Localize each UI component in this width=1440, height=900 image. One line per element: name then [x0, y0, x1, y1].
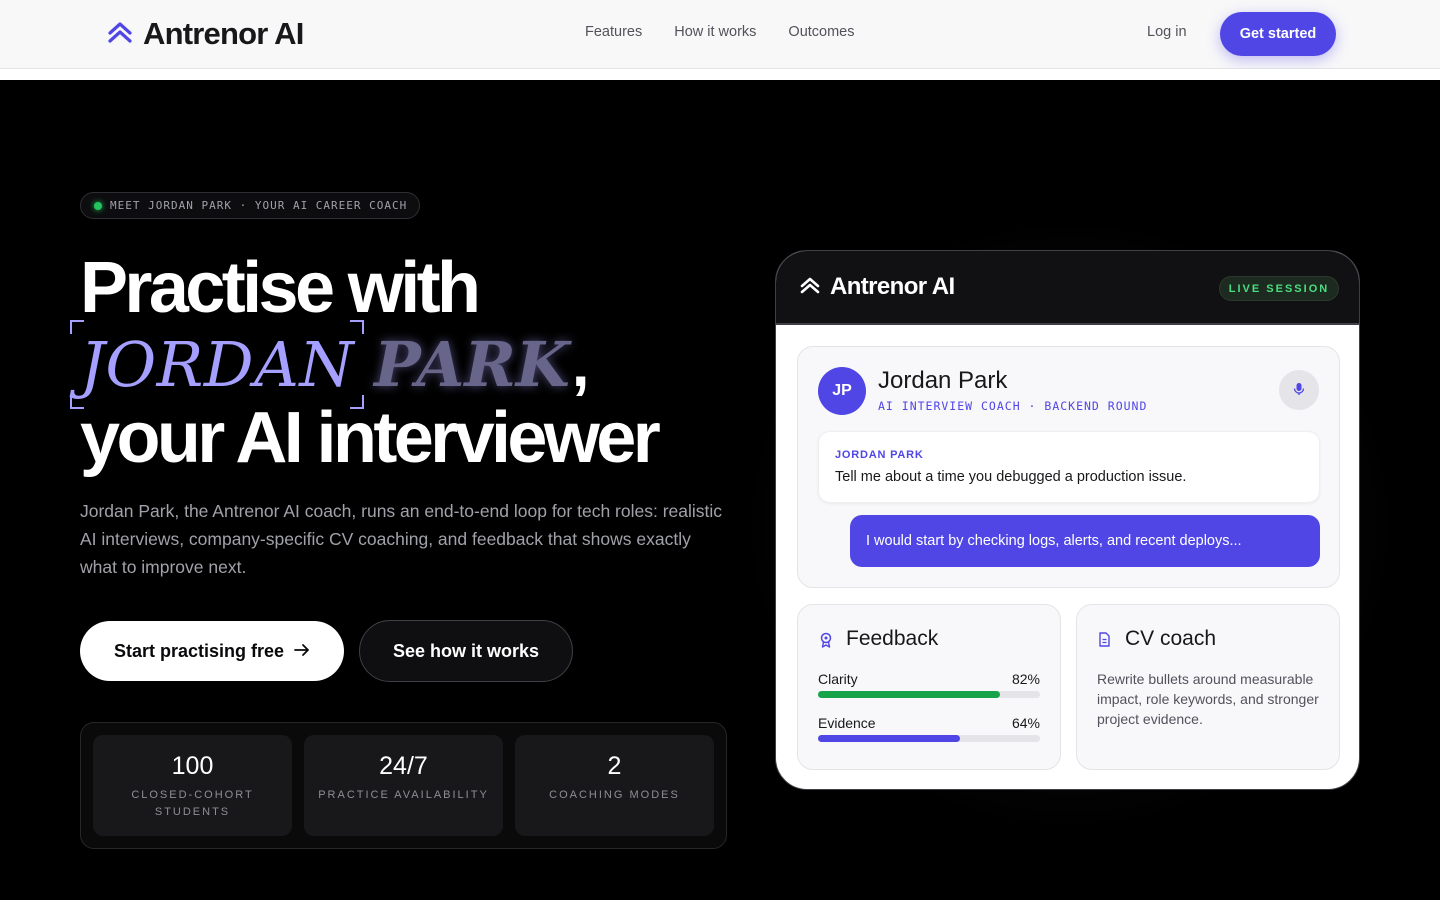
progress-fill: [818, 735, 961, 742]
metric-label: Clarity: [818, 671, 858, 687]
progress-fill: [818, 691, 1001, 698]
cv-coach-title: CV coach: [1125, 627, 1217, 650]
stat-label: PRACTICE AVAILABILITY: [318, 789, 489, 801]
top-nav: Antrenor AI Features How it works Outcom…: [0, 0, 1440, 69]
chat-panel: JP Jordan Park AI INTERVIEW COACH · BACK…: [797, 346, 1340, 588]
get-started-button[interactable]: Get started: [1220, 12, 1336, 56]
stat-card-modes: 2 COACHING MODES: [515, 735, 714, 836]
metric-value: 64%: [1011, 715, 1040, 731]
user-answer-bubble: I would start by checking logs, alerts, …: [850, 515, 1320, 567]
start-practising-button[interactable]: Start practising free: [80, 621, 344, 681]
nav-links: Features How it works Outcomes: [585, 24, 855, 40]
hero-description: Jordan Park, the Antrenor AI coach, runs…: [80, 501, 723, 577]
stat-card-students: 100 CLOSED-COHORT STUDENTS: [93, 735, 292, 836]
chevrons-up-icon: [800, 276, 820, 299]
progress-track: [818, 735, 1040, 742]
eyebrow-badge: MEET JORDAN PARK · YOUR AI CAREER COACH: [80, 192, 421, 219]
stat-card-availability: 24/7 PRACTICE AVAILABILITY: [304, 735, 503, 836]
brand-name: Antrenor AI: [143, 16, 304, 51]
cv-coach-text: Rewrite bullets around measurable impact…: [1097, 671, 1319, 727]
feedback-title: Feedback: [846, 627, 939, 650]
login-link[interactable]: Log in: [1147, 24, 1187, 40]
stat-label: COACHING MODES: [549, 789, 680, 801]
headline-name-last: PARK: [374, 327, 570, 401]
headline-name-first-text: JORDAN: [80, 327, 355, 401]
headline-name-first: JORDAN: [70, 319, 365, 409]
stat-value: 100: [171, 752, 214, 780]
microphone-icon: [1293, 382, 1305, 399]
coach-question-bubble: JORDAN PARK Tell me about a time you deb…: [818, 431, 1320, 503]
nav-divider-strip: [0, 69, 1440, 80]
nav-link-how-it-works[interactable]: How it works: [674, 24, 756, 40]
bracket-top-right: [350, 319, 365, 334]
progress-track: [818, 691, 1040, 698]
stat-value: 2: [607, 752, 622, 780]
microphone-button[interactable]: [1279, 370, 1319, 410]
coach-name: Jordan Park: [878, 367, 1008, 394]
live-session-badge: LIVE SESSION: [1219, 276, 1339, 301]
eyebrow-text: MEET JORDAN PARK · YOUR AI CAREER COACH: [110, 199, 408, 212]
start-practising-label: Start practising free: [113, 640, 285, 661]
nav-link-features[interactable]: Features: [585, 24, 642, 40]
status-dot: [94, 201, 102, 210]
avatar: JP: [818, 367, 866, 415]
headline-line-2: JORDAN PARK ,: [70, 319, 590, 409]
card-header: Antrenor AI LIVE SESSION: [776, 251, 1359, 325]
feedback-panel: Feedback Clarity 82% Evidence 64%: [797, 604, 1061, 770]
card-brand-name: Antrenor AI: [830, 273, 955, 300]
document-icon: [1098, 632, 1111, 652]
headline-line-1: Practise with: [80, 248, 481, 328]
cv-coach-panel: CV coach Rewrite bullets around measurab…: [1076, 604, 1340, 770]
stats-panel: 100 CLOSED-COHORT STUDENTS 24/7 PRACTICE…: [80, 722, 727, 849]
chevrons-up-icon: [107, 21, 133, 48]
see-how-it-works-button[interactable]: See how it works: [359, 620, 573, 682]
stat-value: 24/7: [379, 752, 428, 780]
headline-line-3: your AI interviewer: [80, 398, 661, 478]
card-brand: Antrenor AI: [800, 273, 955, 301]
nav-link-outcomes[interactable]: Outcomes: [788, 24, 854, 40]
award-icon: [819, 632, 833, 653]
arrow-right-icon: [294, 641, 310, 662]
bracket-top-left: [70, 319, 84, 334]
question-text: Tell me about a time you debugged a prod…: [835, 469, 1187, 485]
question-speaker: JORDAN PARK: [835, 449, 924, 461]
metric-label: Evidence: [818, 715, 876, 731]
headline-comma: ,: [571, 328, 590, 400]
session-preview-card: Antrenor AI LIVE SESSION JP Jordan Park …: [775, 250, 1360, 790]
stat-label: CLOSED-COHORT STUDENTS: [131, 789, 254, 818]
metric-value: 82%: [1011, 671, 1040, 687]
brand-logo[interactable]: Antrenor AI: [107, 16, 304, 52]
coach-role: AI INTERVIEW COACH · BACKEND ROUND: [878, 399, 1148, 413]
